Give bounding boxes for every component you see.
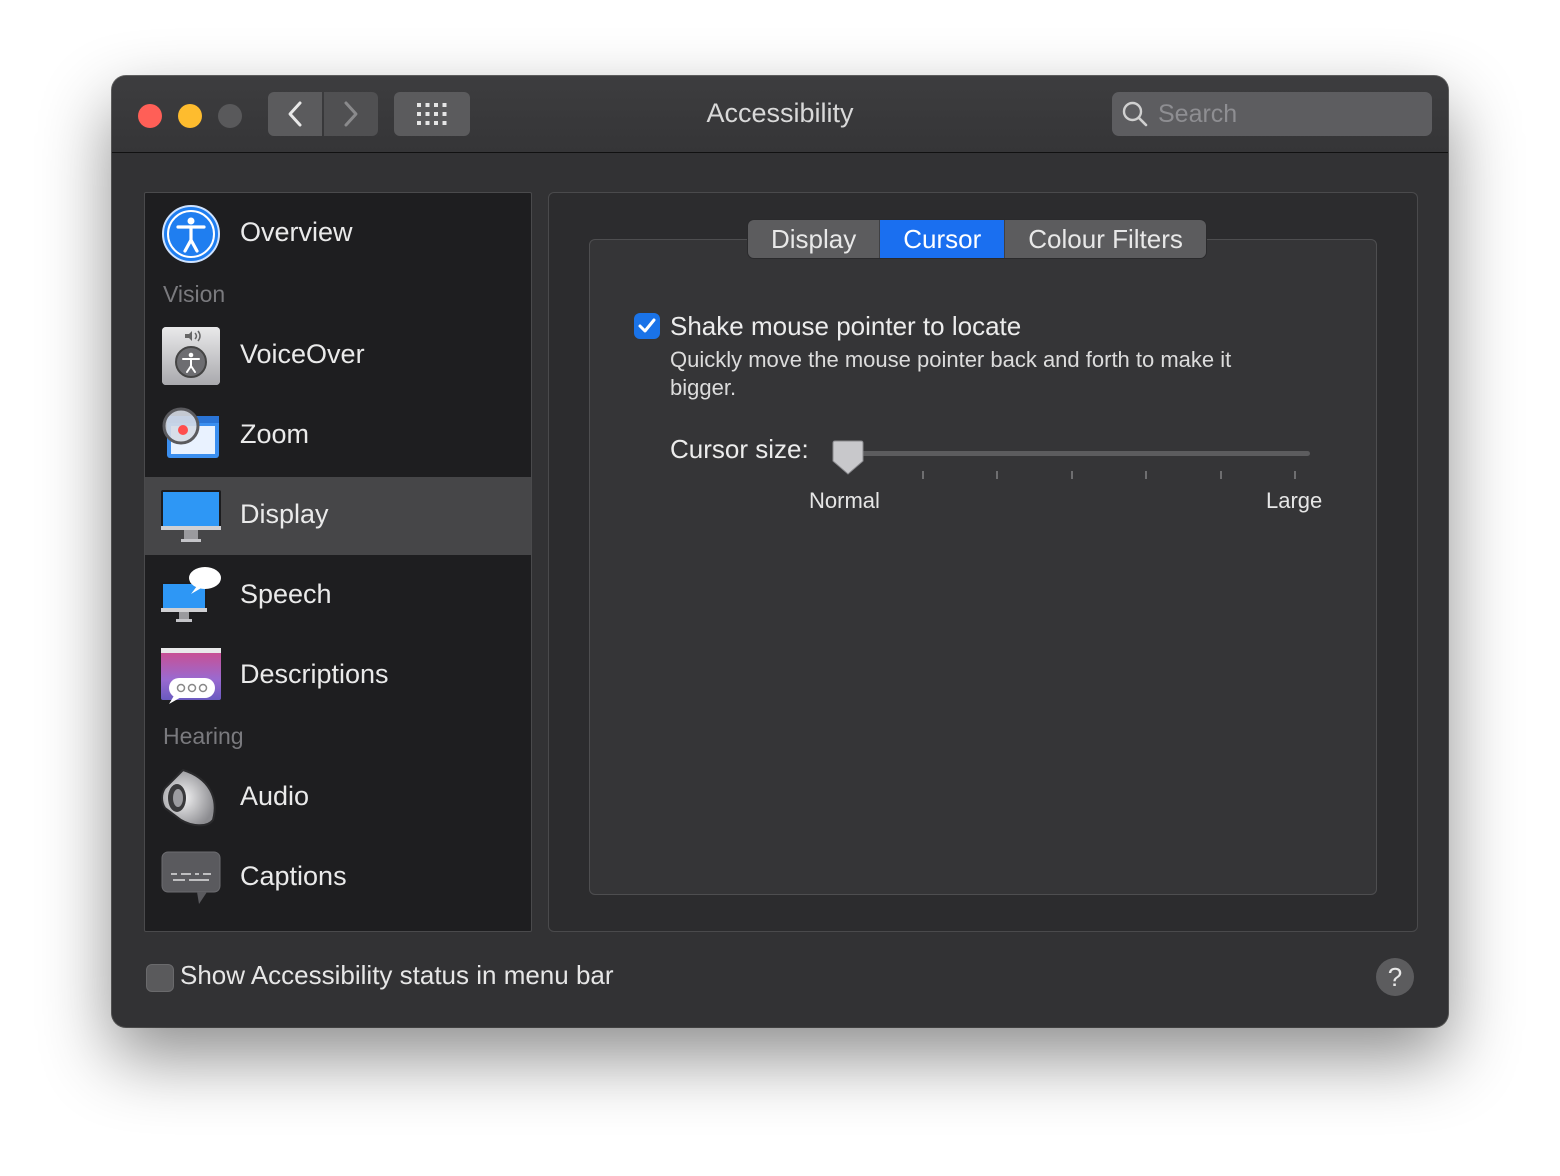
speech-icon (161, 567, 221, 622)
cursor-size-label: Cursor size: (670, 434, 809, 464)
section-header-hearing: Hearing (163, 723, 244, 749)
tab-cursor[interactable]: Cursor (880, 220, 1006, 258)
sidebar-item-voiceover[interactable]: VoiceOver (145, 317, 531, 395)
shake-pointer-description: Quickly move the mouse pointer back and … (670, 347, 1232, 400)
shake-pointer-label: Shake mouse pointer to locate (670, 311, 1022, 341)
descriptions-icon (161, 648, 221, 704)
shake-pointer-checkbox[interactable] (634, 313, 660, 339)
cursor-size-slider[interactable] (832, 437, 1336, 517)
sidebar-item-label: VoiceOver (240, 339, 365, 369)
sidebar-item-captions[interactable]: Captions (145, 839, 531, 917)
sidebar-item-label: Zoom (240, 419, 310, 449)
preferences-window: Accessibility Search Overview Vision Voi… (112, 76, 1448, 1027)
voiceover-icon (162, 327, 220, 385)
sidebar-item-label: Speech (240, 579, 332, 609)
content-panel: Display Cursor Colour Filters (548, 192, 1418, 932)
sidebar-item-label: Audio (240, 781, 310, 811)
help-button[interactable]: ? (1376, 958, 1414, 996)
sidebar: Overview Vision VoiceOver Zoom Display S… (144, 192, 532, 932)
checkmark-icon (638, 318, 656, 333)
search-field[interactable]: Search (1112, 92, 1432, 136)
sidebar-item-label: Display (240, 499, 329, 529)
sidebar-item-zoom[interactable]: Zoom (145, 397, 531, 475)
show-status-checkbox[interactable] (146, 964, 174, 992)
sidebar-item-label: Overview (240, 217, 353, 247)
speaker-icon (161, 768, 216, 827)
slider-tick (1294, 471, 1296, 479)
tab-colour-filters[interactable]: Colour Filters (1005, 220, 1206, 258)
sidebar-item-overview[interactable]: Overview (145, 195, 531, 273)
slider-tick (1071, 471, 1073, 479)
display-icon (161, 490, 221, 542)
slider-max-label: Large (1266, 488, 1323, 513)
slider-tick (1220, 471, 1222, 479)
captions-icon (161, 851, 221, 904)
sidebar-item-label: Descriptions (240, 659, 389, 689)
sidebar-item-descriptions[interactable]: Descriptions (145, 637, 531, 715)
sidebar-item-label: Captions (240, 861, 347, 891)
tab-display[interactable]: Display (748, 220, 881, 258)
slider-thumb[interactable] (832, 439, 864, 475)
zoom-icon (162, 407, 219, 458)
slider-tick (996, 471, 998, 479)
sidebar-item-display[interactable]: Display (145, 477, 531, 555)
section-header-vision: Vision (163, 281, 226, 307)
sidebar-item-audio[interactable]: Audio (145, 759, 531, 837)
slider-tick (1145, 471, 1147, 479)
sidebar-item-speech[interactable]: Speech (145, 557, 531, 635)
search-placeholder: Search (1158, 100, 1238, 128)
slider-min-label: Normal (809, 488, 880, 513)
tab-bar: Display Cursor Colour Filters (748, 220, 1206, 258)
slider-tick (922, 471, 924, 479)
show-status-label: Show Accessibility status in menu bar (180, 960, 614, 990)
slider-track (846, 451, 1310, 456)
title-bar: Accessibility Search (112, 76, 1448, 153)
accessibility-icon (162, 205, 220, 263)
search-icon (1122, 101, 1148, 127)
